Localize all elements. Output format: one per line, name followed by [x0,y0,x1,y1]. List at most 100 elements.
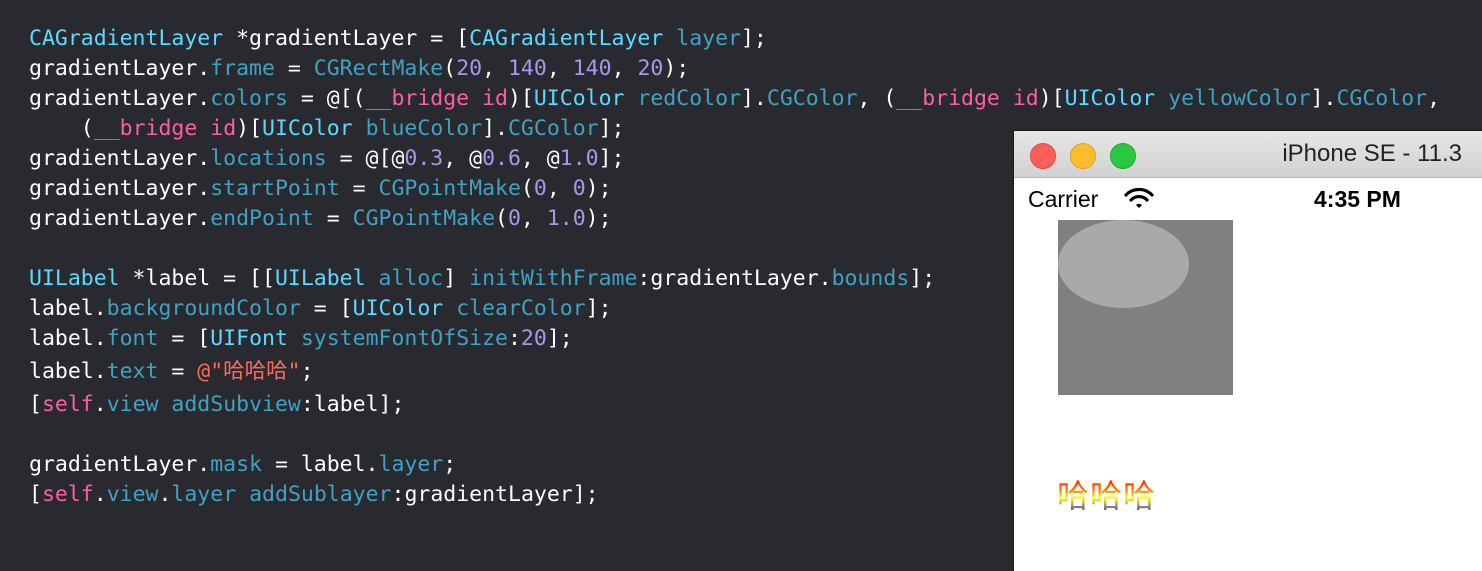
code-token: 0.6 [482,146,521,171]
code-token: id [1012,86,1039,111]
close-window-button[interactable] [1030,143,1056,169]
code-line: label.font = [UIFont systemFontOfSize:20… [29,324,573,354]
code-token: , [520,206,547,231]
code-token: bounds [831,266,910,291]
code-token: 140 [507,56,547,81]
code-line: gradientLayer.locations = @[@0.3, @0.6, … [29,144,625,174]
code-token: frame [210,56,275,81]
code-token: CGPointMake [352,206,496,231]
code-token: , [1427,86,1441,111]
code-token: = [ [158,326,211,351]
code-token: ( [495,206,508,231]
code-token: = [274,56,314,81]
code-token: = @[( [287,86,366,111]
code-token: ]; [740,26,767,51]
code-line: label.backgroundColor = [UIColor clearCo… [29,294,612,324]
code-token: [ [29,482,42,507]
code-token: ]. [482,116,508,141]
code-token: : [507,326,521,351]
code-token: startPoint [210,176,340,201]
code-token: )[ [507,86,534,111]
code-token: )[ [1038,86,1065,111]
code-token: = @[@ [326,146,405,171]
code-token: 1.0 [546,206,586,231]
code-token: 20 [456,56,483,81]
minimize-window-button[interactable] [1070,143,1096,169]
status-carrier: Carrier [1028,186,1099,212]
code-token: clearColor [456,296,586,321]
code-token: view [106,482,159,507]
code-token: ); [585,176,612,201]
code-token: UILabel [274,266,366,291]
code-token: gradientLayer. [29,176,211,201]
code-token: ); [663,56,690,81]
code-line: gradientLayer.frame = CGRectMake(20, 140… [29,54,689,84]
code-token: ; [443,452,457,477]
code-token: ( [443,56,457,81]
code-token: CGPointMake [378,176,521,201]
code-token: CAGradientLayer [469,26,664,51]
code-token: :gradientLayer. [637,266,832,291]
code-token: ]; [585,296,612,321]
wifi-icon [1124,187,1154,208]
code-token: locations [210,146,327,171]
code-token: layer [171,482,237,507]
code-token: CGColor [1336,86,1428,111]
code-line: [self.view.layer addSublayer:gradientLay… [29,480,599,510]
code-token: *label = [[ [119,266,275,291]
code-token: = [158,359,198,384]
code-token: id [210,116,237,141]
code-token: gradientLayer. [29,56,211,81]
code-token: __bridge [93,116,198,141]
code-token: 0 [507,206,521,231]
code-token: id [482,86,508,111]
code-token: 140 [572,56,612,81]
code-token: . [93,392,107,417]
gray-view [1058,220,1233,395]
code-token: 1.0 [559,146,599,171]
code-token: self [41,482,94,507]
code-token: , [482,56,508,81]
code-token: initWithFrame [469,266,638,291]
code-token: ( [29,116,94,141]
code-line: CAGradientLayer *gradientLayer = [CAGrad… [29,24,767,54]
code-token: , [611,56,638,81]
code-token: :gradientLayer]; [391,482,599,507]
code-token: text [106,359,159,384]
code-token: gradientLayer. [29,146,211,171]
code-token: yellowColor [1168,86,1311,111]
code-token: ]. [1310,86,1337,111]
code-token: CGColor [507,116,599,141]
code-token: ]; [598,116,625,141]
code-token: 0 [572,176,586,201]
zoom-window-button[interactable] [1110,143,1136,169]
code-token: self [41,392,94,417]
code-token: UIColor [352,296,444,321]
code-token: gradientLayer. [29,86,211,111]
code-token: , [546,176,573,201]
code-token: label. [29,296,107,321]
code-token: . [158,482,172,507]
code-line: [self.view addSubview:label]; [29,390,404,420]
code-token: 20 [520,326,547,351]
code-token: layer [378,452,444,477]
code-token: CGRectMake [313,56,444,81]
code-token: 0 [533,176,547,201]
code-token: addSubview [171,392,301,417]
code-token: CAGradientLayer [29,26,224,51]
code-token: , @ [520,146,560,171]
code-token: font [106,326,159,351]
code-token: . [93,482,107,507]
code-token: label. [29,326,107,351]
code-token: ; [300,359,314,384]
code-token: , ( [857,86,897,111]
code-token: UIColor [1064,86,1156,111]
code-token: ( [520,176,534,201]
